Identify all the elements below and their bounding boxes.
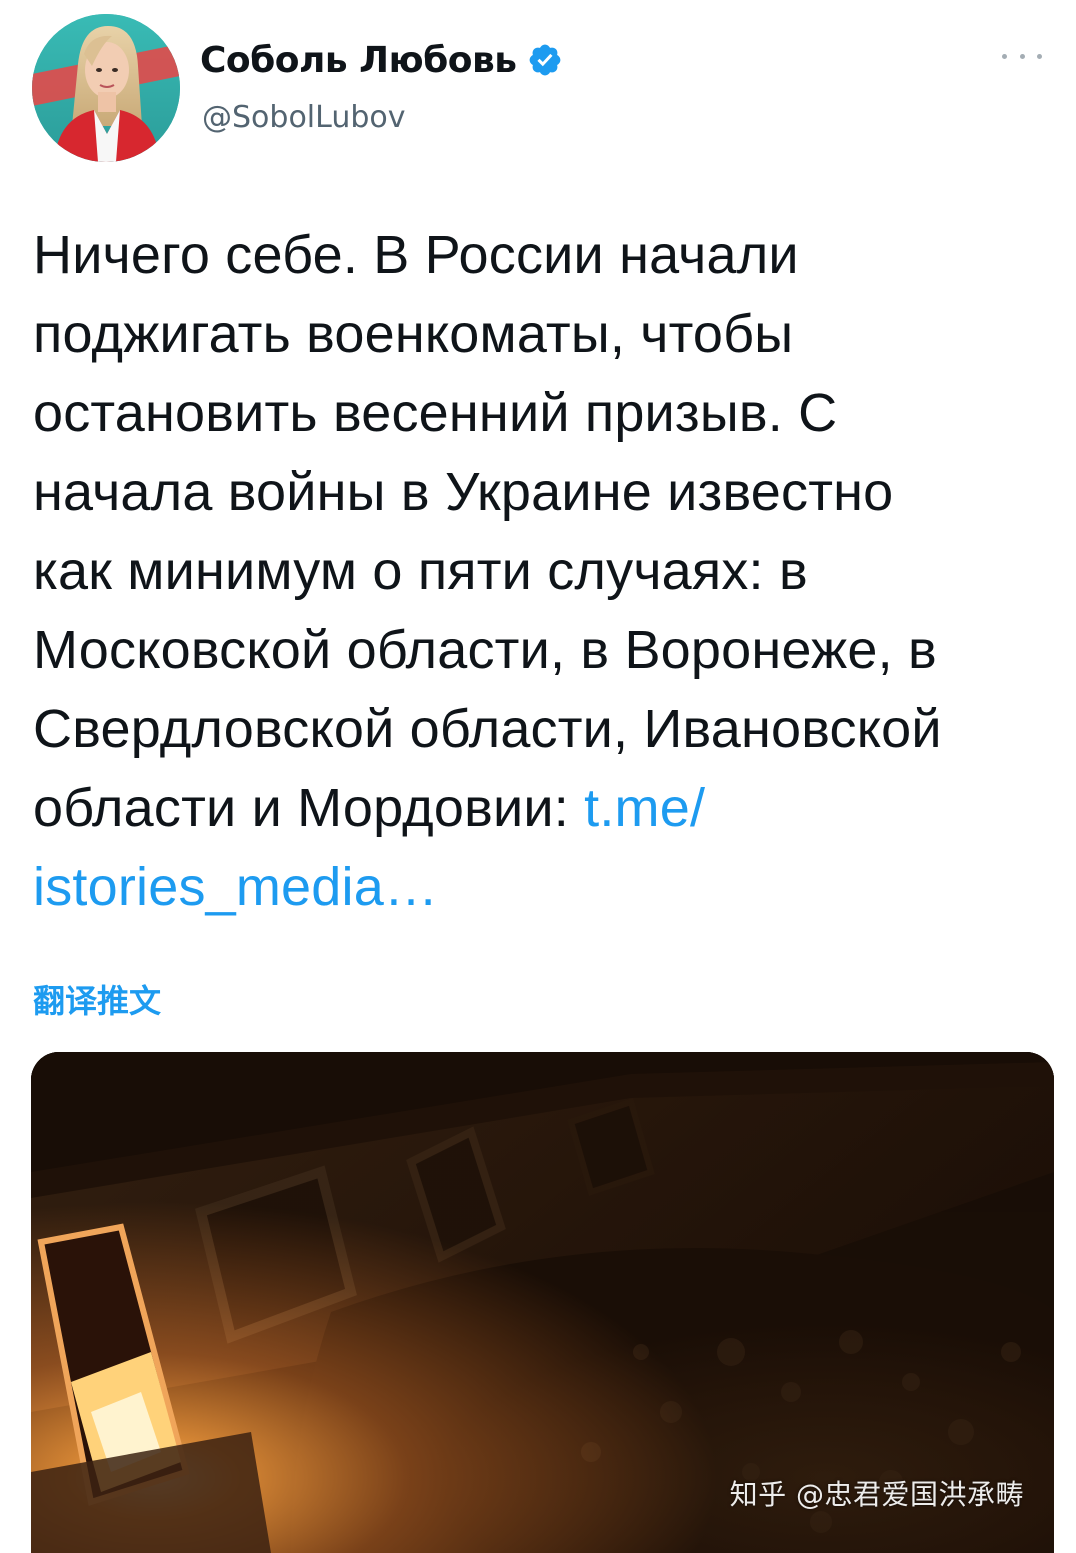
tweet-text: Ничего себе. В России начали поджигать в… bbox=[33, 216, 1043, 927]
user-handle[interactable]: @SobolLubov bbox=[202, 100, 405, 135]
tweet-header: Соболь Любовь @SobolLubov bbox=[30, 12, 1050, 162]
tweet-link-part2: istories_media… bbox=[33, 857, 439, 917]
verified-badge-icon bbox=[527, 42, 563, 78]
avatar[interactable] bbox=[32, 14, 180, 162]
tweet-media-image[interactable]: 知乎 @忠君爱国洪承畴 bbox=[31, 1052, 1054, 1553]
tweet-card: Соболь Любовь @SobolLubov Ничего себе. В… bbox=[0, 0, 1076, 1553]
display-name[interactable]: Соболь Любовь bbox=[200, 40, 517, 81]
tweet-body-text: Ничего себе. В России начали поджигать в… bbox=[33, 225, 942, 838]
watermark-text: 知乎 @忠君爱国洪承畴 bbox=[729, 1478, 1024, 1511]
translate-tweet-link[interactable]: 翻译推文 bbox=[33, 976, 161, 1022]
more-options-icon[interactable] bbox=[1002, 46, 1042, 66]
tweet-link-part1: t.me/ bbox=[584, 778, 706, 838]
name-row: Соболь Любовь bbox=[200, 38, 563, 82]
avatar-portrait bbox=[32, 14, 180, 162]
